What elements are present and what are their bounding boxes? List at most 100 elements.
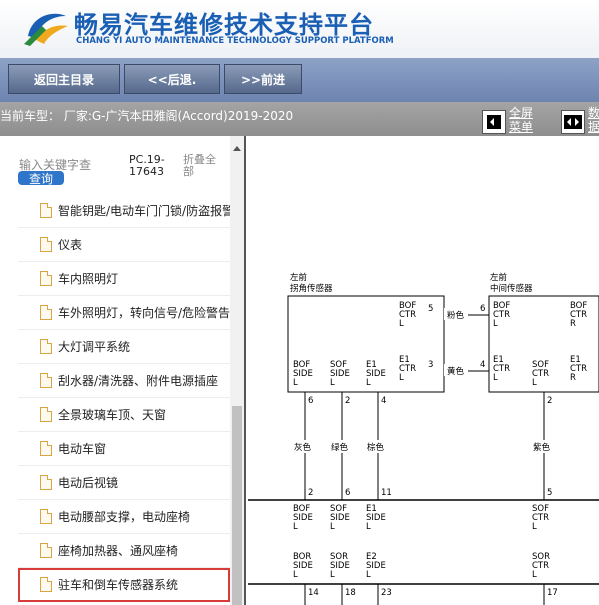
wire-color-purple: 紫色 (533, 442, 551, 453)
lower-e1-side-l: E1 SIDE L (366, 504, 386, 532)
fullscreen-data-link[interactable]: 数 据 (588, 106, 599, 134)
svg-text:R: R (570, 319, 576, 329)
pin-2-left: 2 (345, 396, 350, 406)
svg-text:L: L (330, 522, 335, 532)
svg-text:L: L (532, 570, 537, 580)
toolbar: 返回主目录 <<后退. >>前进 (0, 58, 599, 102)
query-button[interactable]: 查询 (18, 171, 64, 186)
lower-sor-side-l: SOR SIDE L (330, 552, 350, 580)
wire-color-brown: 棕色 (367, 442, 385, 453)
current-vehicle: 当前车型： 厂家:G-广汽本田雅阁(Accord)2019-2020 (0, 109, 294, 123)
app-header: 畅易汽车维修技术支持平台 CHANG YI AUTO MAINTENANCE T… (0, 0, 599, 58)
vehicle-info-bar: 当前车型： 厂家:G-广汽本田雅阁(Accord)2019-2020 全屏 菜单… (0, 102, 599, 136)
svg-text:L: L (493, 319, 498, 329)
lower-sof-side-l: SOF SIDE L (330, 504, 350, 532)
sidebar: 输入关键字查 查询 PC.19- 17643 折叠全 部 智能钥匙/电动车门门锁… (0, 136, 246, 605)
pin-3: 3 (428, 360, 433, 370)
svg-text:L: L (493, 373, 498, 383)
left-sensor-title-1: 左前 (290, 272, 308, 283)
menu-item[interactable]: 车内照明灯 (18, 262, 230, 296)
pin-6-left: 6 (308, 396, 313, 406)
lower-bof-side-l: BOF SIDE L (293, 504, 313, 532)
menu-item[interactable]: 仪表 (18, 228, 230, 262)
pin-5: 5 (428, 304, 433, 314)
document-icon (40, 203, 52, 218)
document-icon (40, 271, 52, 286)
pin-14: 14 (308, 588, 319, 598)
pin-4-left: 4 (381, 396, 386, 406)
fullscreen-data-button[interactable] (561, 110, 585, 134)
document-icon (40, 475, 52, 490)
wire-color-yellow: 黄色 (447, 366, 465, 377)
back-button[interactable]: <<后退. (124, 64, 220, 94)
document-icon (40, 509, 52, 524)
menu-item[interactable]: 电动车窗 (18, 432, 230, 466)
forward-button[interactable]: >>前进 (224, 64, 302, 94)
pin-18: 18 (345, 588, 356, 598)
fullscreen-menu-link[interactable]: 全屏 菜单 (509, 106, 533, 134)
mid-sensor-title-2: 中间传感器 (490, 283, 533, 294)
lower-e2-side-l: E2 SIDE L (366, 552, 386, 580)
fullscreen-both-icon (564, 115, 582, 129)
pin-2-lower: 2 (308, 488, 313, 498)
svg-text:L: L (532, 378, 537, 388)
pin-2-mid: 2 (547, 396, 552, 406)
lower-sof-ctr-l: SOF CTR L (532, 504, 549, 532)
fullscreen-menu-button[interactable] (482, 110, 506, 134)
svg-text:L: L (399, 319, 404, 329)
app-title-en: CHANG YI AUTO MAINTENANCE TECHNOLOGY SUP… (76, 36, 394, 46)
document-icon (40, 441, 52, 456)
wire-color-gray: 灰色 (294, 442, 312, 453)
svg-text:L: L (293, 378, 298, 388)
wiring-diagram: 左前 拐角传感器 左前 中间传感器 BOF CTR L E1 CTR L BOF… (248, 136, 599, 605)
menu-item[interactable]: 智能钥匙/电动车门门锁/防盗报警 (18, 194, 230, 228)
svg-text:L: L (330, 570, 335, 580)
svg-text:L: L (330, 378, 335, 388)
mid-e1-ctr-r: E1 CTR R (570, 355, 587, 383)
wire-color-green: 绿色 (331, 442, 349, 453)
svg-text:L: L (532, 522, 537, 532)
menu-item-selected[interactable]: 驻车和倒车传感器系统 (18, 568, 230, 602)
lower-bor-side-l: BOR SIDE L (293, 552, 313, 580)
mid-sensor-title-1: 左前 (490, 272, 508, 283)
pin-6-lower: 6 (345, 488, 350, 498)
svg-text:L: L (366, 522, 371, 532)
document-icon (40, 305, 52, 320)
scroll-up-icon[interactable] (233, 146, 241, 151)
fullscreen-left-icon (487, 115, 501, 129)
svg-text:L: L (366, 570, 371, 580)
left-sensor-title-2: 拐角传感器 (290, 283, 333, 294)
menu-item[interactable]: 刮水器/清洗器、附件电源插座 (18, 364, 230, 398)
mid-bof-ctr-r: BOF CTR R (570, 301, 587, 329)
menu-item[interactable]: 大灯调平系统 (18, 330, 230, 364)
document-icon (40, 543, 52, 558)
pin-17: 17 (547, 588, 558, 598)
document-icon (40, 577, 52, 592)
wiring-diagram-svg: 左前 拐角传感器 左前 中间传感器 BOF CTR L E1 CTR L BOF… (248, 272, 599, 605)
pin-5-lower: 5 (547, 488, 552, 498)
left-bof-ctr-l: BOF CTR L (399, 301, 416, 329)
left-e1-side-l: E1 SIDE L (366, 360, 386, 388)
lower-sor-ctr-l: SOR CTR L (532, 552, 550, 580)
back-to-main-button[interactable]: 返回主目录 (8, 64, 120, 94)
mid-bof-ctr-l: BOF CTR L (493, 301, 510, 329)
fold-all-link[interactable]: 折叠全 部 (183, 154, 216, 178)
pin-23: 23 (381, 588, 392, 598)
wire-color-pink: 粉色 (447, 310, 465, 321)
scroll-thumb[interactable] (232, 406, 242, 605)
svg-text:L: L (399, 373, 404, 383)
search-area: 输入关键字查 查询 PC.19- 17643 折叠全 部 (0, 136, 230, 194)
svg-text:R: R (570, 373, 576, 383)
menu-item[interactable]: 全景玻璃车顶、天窗 (18, 398, 230, 432)
menu-item[interactable]: 电动后视镜 (18, 466, 230, 500)
menu-item[interactable]: 车外照明灯，转向信号/危险警告 (18, 296, 230, 330)
menu-item[interactable]: 电动腰部支撑，电动座椅 (18, 500, 230, 534)
left-bof-side-l: BOF SIDE L (293, 360, 313, 388)
pc-code: PC.19- 17643 (129, 153, 165, 178)
document-icon (40, 237, 52, 252)
sidebar-scrollbar[interactable] (230, 136, 244, 605)
mid-e1-ctr-l: E1 CTR L (493, 355, 510, 383)
left-e1-ctr-l: E1 CTR L (399, 355, 416, 383)
svg-text:L: L (366, 378, 371, 388)
menu-item[interactable]: 座椅加热器、通风座椅 (18, 534, 230, 568)
